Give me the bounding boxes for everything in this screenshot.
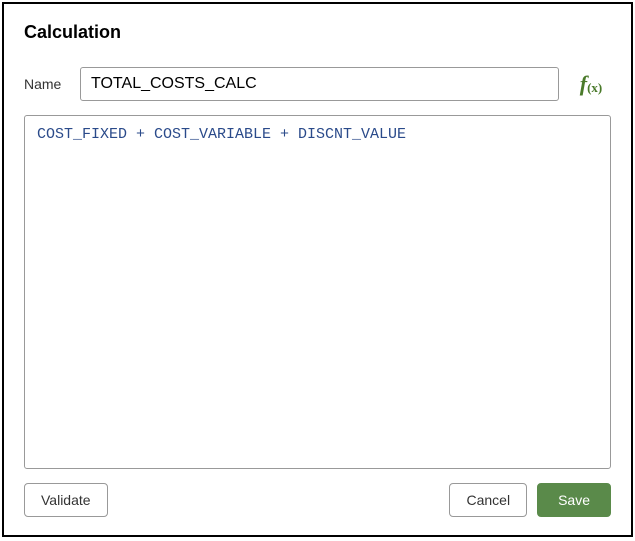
calculation-dialog: Calculation Name f(x) Validate Cancel Sa… <box>2 2 633 537</box>
cancel-button[interactable]: Cancel <box>449 483 527 517</box>
validate-button[interactable]: Validate <box>24 483 108 517</box>
function-icon: f(x) <box>580 73 603 95</box>
name-row: Name f(x) <box>24 67 611 101</box>
save-button[interactable]: Save <box>537 483 611 517</box>
fx-button[interactable]: f(x) <box>571 67 611 101</box>
name-label: Name <box>24 76 68 92</box>
formula-textarea[interactable] <box>24 115 611 469</box>
name-input[interactable] <box>80 67 559 101</box>
button-row: Validate Cancel Save <box>24 483 611 517</box>
dialog-title: Calculation <box>24 22 611 43</box>
